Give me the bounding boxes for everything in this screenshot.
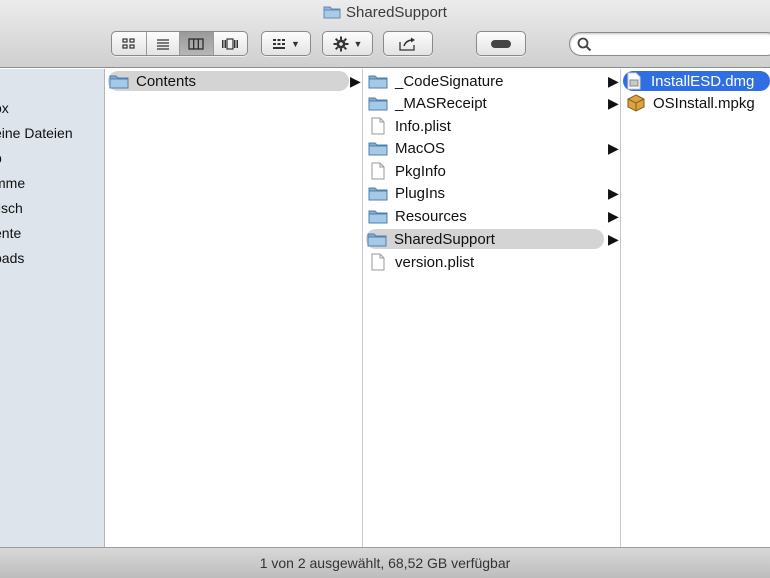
column-3: InstallESD.dmg OSInstall.mpkg [621,69,770,547]
folder-icon [367,94,389,112]
list-item-info-plist[interactable]: Info.plist [367,116,603,136]
list-item-resources[interactable]: Resources [367,206,603,226]
arrange-icon [273,38,286,49]
list-item-sharedsupport[interactable]: SharedSupport [366,229,604,249]
sidebar-item-label: tisch [0,200,23,216]
sidebar-item-label: ox [0,100,9,116]
coverflow-view-icon [222,37,239,50]
disclosure-arrow-icon: ▶ [608,184,619,201]
list-item-label: PlugIns [395,184,446,202]
column-1: Contents ▶ [105,69,363,547]
view-mode-control [111,31,248,56]
window-title-text: SharedSupport [346,4,447,21]
search-field [569,32,770,56]
list-item-masreceipt[interactable]: _MASReceipt [367,93,603,113]
search-input[interactable] [596,36,766,52]
sidebar-item-label: oads [0,250,25,266]
icon-view-button[interactable] [112,32,147,55]
toolbar-toggle-icon [491,39,511,48]
list-item-label: Info.plist [395,117,451,135]
action-button[interactable]: ▼ [323,32,372,55]
list-item-label: SharedSupport [394,230,495,248]
folder-icon [367,139,389,157]
gear-icon [333,36,349,51]
disk-image-icon [623,72,645,90]
sidebar-item-app[interactable]: p [0,150,2,170]
list-item-installesd-dmg[interactable]: InstallESD.dmg [623,71,770,91]
folder-icon [367,72,389,90]
search-icon [577,37,592,52]
list-item-version-plist[interactable]: version.plist [367,252,603,272]
disclosure-arrow-icon: ▶ [608,72,619,89]
disclosure-arrow-icon: ▶ [608,139,619,156]
list-item-osinstall-mpkg[interactable]: OSInstall.mpkg [625,93,770,113]
folder-icon [323,4,341,23]
folder-icon [367,207,389,225]
disclosure-arrow-icon: ▶ [350,72,361,89]
chevron-down-icon: ▼ [291,38,300,49]
column-view-button[interactable] [180,32,214,55]
action-control: ▼ [322,31,373,56]
toolbar: SharedSupport ▼ ▼ [0,0,770,68]
list-item-pkginfo[interactable]: PkgInfo [367,161,603,181]
list-item-macos[interactable]: MacOS [367,138,603,158]
folder-icon [108,72,130,90]
document-icon [367,117,389,135]
list-item-label: Contents [136,72,197,90]
column-view-icon [188,37,204,50]
disclosure-arrow-icon: ▶ [608,207,619,224]
sidebar-item-label: mme [0,175,26,191]
document-icon [367,253,389,271]
list-item-label: version.plist [395,253,475,271]
list-item-label: MacOS [395,139,446,157]
sidebar-item-downloads[interactable]: oads [0,250,24,270]
list-item-label: OSInstall.mpkg [653,94,755,112]
sidebar-item-my-files[interactable]: eine Dateien [0,125,73,145]
window-title: SharedSupport [0,4,770,23]
arrange-control: ▼ [261,31,311,56]
list-item-label: Resources [395,207,467,225]
share-button[interactable] [384,32,432,55]
disclosure-arrow-icon: ▶ [608,94,619,111]
status-bar: 1 von 2 ausgewählt, 68,52 GB verfügbar [0,547,770,578]
sidebar-item-label: eine Dateien [0,125,73,141]
list-item-contents[interactable]: Contents [108,71,349,91]
finder-window: SharedSupport ▼ ▼ x eine Dateien me sch … [0,0,770,578]
list-item-label: _CodeSignature [395,72,504,90]
disclosure-arrow-icon: ▶ [608,230,619,247]
sidebar-item-documents[interactable]: ente [0,225,21,245]
coverflow-view-button[interactable] [214,32,248,55]
list-item-label: PkgInfo [395,162,446,180]
sidebar-item-label: ente [0,225,22,241]
sidebar-item-label: p [0,150,2,166]
chevron-down-icon: ▼ [353,38,363,49]
sidebar-item-inbox[interactable]: ox [0,100,9,120]
toolbar-toggle-control [476,31,526,56]
folder-icon [366,230,388,248]
sidebar: ox eine Dateien p mme tisch ente oads [0,69,105,547]
list-item-codesignature[interactable]: _CodeSignature [367,71,603,91]
list-view-icon [156,38,169,50]
status-text: 1 von 2 ausgewählt, 68,52 GB verfügbar [259,555,511,571]
share-icon [399,37,415,51]
sidebar-item-programs[interactable]: mme [0,175,25,195]
document-icon [367,162,389,180]
share-control [383,31,433,56]
sidebar-item-desktop[interactable]: tisch [0,200,23,220]
icon-view-icon [122,37,135,49]
column-2: _CodeSignature ▶ _MASReceipt ▶ Info.plis… [363,69,621,547]
list-view-button[interactable] [147,32,180,55]
toolbar-toggle-button[interactable] [477,32,525,55]
folder-icon [367,184,389,202]
package-icon [625,94,647,112]
arrange-button[interactable]: ▼ [262,32,310,55]
list-item-label: InstallESD.dmg [651,72,755,90]
list-item-plugins[interactable]: PlugIns [367,183,603,203]
list-item-label: _MASReceipt [395,94,487,112]
